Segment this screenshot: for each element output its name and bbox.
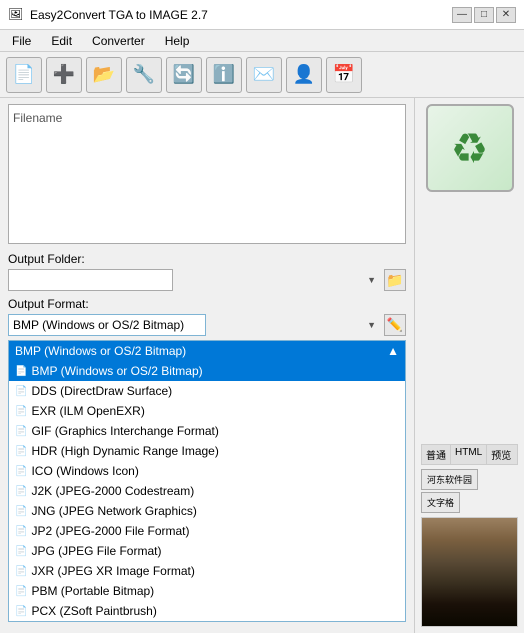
browse-folder-button[interactable]: 📁: [384, 269, 406, 291]
list-item-label: EXR (ILM OpenEXR): [31, 404, 144, 418]
app-icon: 🖼: [8, 7, 24, 23]
tab-html[interactable]: HTML: [451, 445, 487, 464]
list-item[interactable]: 📄 JXR (JPEG XR Image Format): [9, 561, 405, 581]
list-item[interactable]: 📄 JP2 (JPEG-2000 File Format): [9, 521, 405, 541]
title-bar: 🖼 Easy2Convert TGA to IMAGE 2.7 — □ ✕: [0, 0, 524, 30]
dropdown-list: 📄 BMP (Windows or OS/2 Bitmap) 📄 DDS (Di…: [9, 361, 405, 621]
list-item[interactable]: 📄 GIF (Graphics Interchange Format): [9, 421, 405, 441]
add-button[interactable]: ➕: [46, 57, 82, 93]
left-panel: Filename Output Folder: 📁 Output Format:…: [0, 98, 414, 633]
list-item-label: PBM (Portable Bitmap): [31, 584, 154, 598]
list-item-label: GIF (Graphics Interchange Format): [31, 424, 218, 438]
menu-edit[interactable]: Edit: [43, 32, 80, 50]
file-icon: 📄: [15, 586, 27, 597]
list-item-label: JP2 (JPEG-2000 File Format): [31, 524, 189, 538]
right-tabs: 普通 HTML 预览: [421, 444, 518, 465]
text-format-button[interactable]: 文字格: [421, 492, 460, 513]
list-item[interactable]: 📄 JPG (JPEG File Format): [9, 541, 405, 561]
list-item-label: JPG (JPEG File Format): [31, 544, 161, 558]
file-icon: 📄: [15, 386, 27, 397]
calendar-button[interactable]: 📅: [326, 57, 362, 93]
menu-bar: File Edit Converter Help: [0, 30, 524, 52]
dropdown-selected-item[interactable]: BMP (Windows or OS/2 Bitmap) ▲: [9, 341, 405, 361]
list-item[interactable]: 📄 HDR (High Dynamic Range Image): [9, 441, 405, 461]
dropdown-selected-text: BMP (Windows or OS/2 Bitmap): [15, 344, 186, 358]
file-list-area[interactable]: Filename: [8, 104, 406, 244]
open-button[interactable]: 📂: [86, 57, 122, 93]
email-button[interactable]: ✉️: [246, 57, 282, 93]
list-item[interactable]: 📄 BMP (Windows or OS/2 Bitmap): [9, 361, 405, 381]
output-folder-label: Output Folder:: [8, 252, 406, 266]
list-item-label: HDR (High Dynamic Range Image): [31, 444, 218, 458]
toolbar: 📄 ➕ 📂 🔧 🔄 ℹ️ ✉️ 👤 📅: [0, 52, 524, 98]
file-icon: 📄: [15, 406, 27, 417]
preview-image: [421, 517, 518, 627]
convert-icon: ♻: [451, 124, 489, 173]
menu-file[interactable]: File: [4, 32, 39, 50]
file-list-header: Filename: [13, 109, 401, 127]
right-panel: ♻ 普通 HTML 预览 河东软件园 文字格: [414, 98, 524, 633]
menu-help[interactable]: Help: [157, 32, 198, 50]
window-title: Easy2Convert TGA to IMAGE 2.7: [30, 8, 208, 22]
window-controls[interactable]: — □ ✕: [452, 7, 516, 23]
list-item-label: JNG (JPEG Network Graphics): [31, 504, 196, 518]
right-buttons: 河东软件园 文字格: [421, 469, 518, 513]
list-item[interactable]: 📄 DDS (DirectDraw Surface): [9, 381, 405, 401]
info-button[interactable]: ℹ️: [206, 57, 242, 93]
file-icon: 📄: [15, 566, 27, 577]
format-select-wrapper: BMP (Windows or OS/2 Bitmap) DDS (Direct…: [8, 314, 380, 336]
file-icon: 📄: [15, 426, 27, 437]
list-item-label: JXR (JPEG XR Image Format): [31, 564, 194, 578]
close-button[interactable]: ✕: [496, 7, 516, 23]
list-item[interactable]: 📄 PBM (Portable Bitmap): [9, 581, 405, 601]
format-select[interactable]: BMP (Windows or OS/2 Bitmap) DDS (Direct…: [8, 314, 206, 336]
maximize-button[interactable]: □: [474, 7, 494, 23]
list-item-label: J2K (JPEG-2000 Codestream): [31, 484, 194, 498]
list-item[interactable]: 📄 JNG (JPEG Network Graphics): [9, 501, 405, 521]
dropdown-up-arrow: ▲: [387, 344, 399, 358]
list-item[interactable]: 📄 J2K (JPEG-2000 Codestream): [9, 481, 405, 501]
list-item-label: PCX (ZSoft Paintbrush): [31, 604, 156, 618]
tab-normal[interactable]: 普通: [422, 445, 451, 464]
right-side-area: 普通 HTML 预览 河东软件园 文字格: [421, 444, 518, 627]
format-select-row: BMP (Windows or OS/2 Bitmap) DDS (Direct…: [8, 314, 406, 336]
file-icon: 📄: [15, 366, 27, 377]
list-item-label: ICO (Windows Icon): [31, 464, 138, 478]
hedongsoftware-button[interactable]: 河东软件园: [421, 469, 478, 490]
list-item[interactable]: 📄 ICO (Windows Icon): [9, 461, 405, 481]
edit-format-button[interactable]: ✏️: [384, 314, 406, 336]
settings-button[interactable]: 🔧: [126, 57, 162, 93]
file-icon: 📄: [15, 486, 27, 497]
minimize-button[interactable]: —: [452, 7, 472, 23]
convert-button[interactable]: ♻: [426, 104, 514, 192]
file-icon: 📄: [15, 526, 27, 537]
menu-converter[interactable]: Converter: [84, 32, 153, 50]
refresh-button[interactable]: 🔄: [166, 57, 202, 93]
list-item-label: BMP (Windows or OS/2 Bitmap): [31, 364, 202, 378]
folder-row: 📁: [8, 269, 406, 291]
list-item[interactable]: 📄 PCX (ZSoft Paintbrush): [9, 601, 405, 621]
new-button[interactable]: 📄: [6, 57, 42, 93]
file-icon: 📄: [15, 606, 27, 617]
list-item-label: DDS (DirectDraw Surface): [31, 384, 172, 398]
list-item[interactable]: 📄 EXR (ILM OpenEXR): [9, 401, 405, 421]
output-folder-input[interactable]: [8, 269, 173, 291]
main-area: Filename Output Folder: 📁 Output Format:…: [0, 98, 524, 633]
output-format-label: Output Format:: [8, 297, 406, 311]
title-left: 🖼 Easy2Convert TGA to IMAGE 2.7: [8, 7, 208, 23]
file-icon: 📄: [15, 506, 27, 517]
format-dropdown[interactable]: BMP (Windows or OS/2 Bitmap) ▲ 📄 BMP (Wi…: [8, 340, 406, 622]
tab-preview[interactable]: 预览: [487, 445, 515, 464]
file-icon: 📄: [15, 466, 27, 477]
file-icon: 📄: [15, 446, 27, 457]
user-button[interactable]: 👤: [286, 57, 322, 93]
folder-select-wrapper: [8, 269, 380, 291]
file-icon: 📄: [15, 546, 27, 557]
